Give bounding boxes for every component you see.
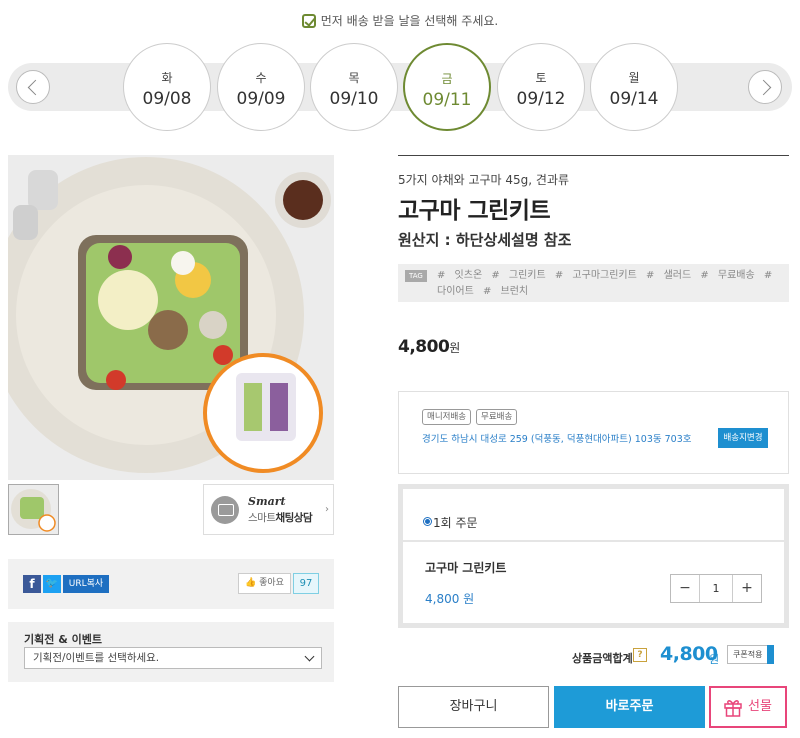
chevron-right-icon: › bbox=[325, 504, 329, 515]
tag-area: TAG # 잇츠온 # 그린키트 # 고구마그린키트 # 샐러드 # 무료배송 … bbox=[398, 264, 789, 302]
product-thumbnail[interactable] bbox=[8, 484, 59, 535]
total-label: 상품금액합계 bbox=[572, 652, 633, 665]
date-option[interactable]: 화 09/08 bbox=[123, 43, 211, 131]
next-arrow-icon[interactable] bbox=[748, 70, 782, 104]
event-title: 기획전 & 이벤트 bbox=[24, 633, 102, 646]
product-page: 먼저 배송 받을 날을 선택해 주세요. 화 09/08 수 09/09 목 0… bbox=[0, 0, 800, 738]
date-option[interactable]: 목 09/10 bbox=[310, 43, 398, 131]
share-bar: f 🐦 URL복사 👍 좋아요 97 bbox=[8, 559, 334, 609]
product-name: 고구마 그린키트 bbox=[398, 198, 551, 224]
cart-button[interactable]: 장바구니 bbox=[398, 686, 549, 728]
shipping-tag: 무료배송 bbox=[476, 409, 518, 425]
order-box: 1회 주문 고구마 그린키트 4,800 원 − 1 + bbox=[398, 484, 789, 628]
date-option-selected[interactable]: 금 09/11 bbox=[403, 43, 491, 131]
date-weekday: 목 bbox=[348, 71, 360, 85]
chat-label: 스마트채팅상담 bbox=[248, 512, 313, 524]
shipping-tag: 매니저배송 bbox=[422, 409, 472, 425]
date-value: 09/14 bbox=[609, 89, 659, 109]
divider bbox=[398, 155, 789, 156]
delivery-notice: 먼저 배송 받을 날을 선택해 주세요. bbox=[0, 12, 800, 29]
like-button[interactable]: 👍 좋아요 bbox=[238, 573, 291, 594]
date-value: 09/12 bbox=[516, 89, 566, 109]
date-weekday: 화 bbox=[161, 71, 173, 85]
gift-icon bbox=[724, 700, 742, 717]
tag-badge: TAG bbox=[405, 270, 427, 282]
check-icon bbox=[301, 14, 316, 28]
order-item-price: 4,800 원 bbox=[425, 592, 475, 606]
chat-icon bbox=[211, 496, 239, 524]
event-box: 기획전 & 이벤트 기획전/이벤트를 선택하세요. bbox=[8, 622, 334, 682]
product-price: 4,800원 bbox=[398, 337, 460, 357]
coupon-button[interactable]: 쿠폰적용 bbox=[727, 645, 774, 664]
buy-now-button[interactable]: 바로주문 bbox=[554, 686, 705, 728]
prev-arrow-icon[interactable] bbox=[16, 70, 50, 104]
shipping-address: 경기도 하남시 대성로 259 (덕풍동, 덕풍현대아파트) 103동 703호 bbox=[422, 434, 692, 445]
date-value: 09/10 bbox=[329, 89, 379, 109]
date-weekday: 금 bbox=[441, 72, 453, 86]
notice-text: 먼저 배송 받을 날을 선택해 주세요. bbox=[320, 14, 499, 28]
date-option[interactable]: 월 09/14 bbox=[590, 43, 678, 131]
twitter-icon[interactable]: 🐦 bbox=[43, 575, 61, 593]
url-copy-button[interactable]: URL복사 bbox=[63, 575, 109, 593]
date-weekday: 토 bbox=[535, 71, 547, 85]
change-address-button[interactable]: 배송지변경 bbox=[718, 428, 768, 448]
total-unit: 원 bbox=[709, 653, 720, 666]
gift-label: 선물 bbox=[748, 699, 772, 714]
shipping-box: 매니저배송 무료배송 경기도 하남시 대성로 259 (덕풍동, 덕풍현대아파트… bbox=[398, 391, 789, 474]
tag-list[interactable]: # 잇츠온 # 그린키트 # 고구마그린키트 # 샐러드 # 무료배송 # 다이… bbox=[437, 268, 777, 300]
order-item-name: 고구마 그린키트 bbox=[425, 561, 507, 575]
help-icon[interactable]: ? bbox=[633, 648, 647, 662]
salad-photo bbox=[8, 155, 334, 480]
event-select[interactable]: 기획전/이벤트를 선택하세요. bbox=[24, 647, 322, 669]
product-origin: 원산지 : 하단상세설명 참조 bbox=[398, 231, 572, 249]
date-weekday: 월 bbox=[628, 71, 640, 85]
order-option-label: 1회 주문 bbox=[433, 516, 478, 530]
order-radio[interactable] bbox=[423, 517, 432, 526]
plus-button[interactable]: + bbox=[732, 575, 761, 602]
like-label: 좋아요 bbox=[259, 578, 284, 588]
date-value: 09/09 bbox=[236, 89, 286, 109]
thumbnail-image bbox=[9, 485, 58, 534]
chat-smart-label: Smart bbox=[248, 495, 286, 508]
facebook-icon[interactable]: f bbox=[23, 575, 41, 593]
date-value: 09/08 bbox=[142, 89, 192, 109]
minus-button[interactable]: − bbox=[671, 575, 700, 602]
chat-consult-button[interactable]: Smart 스마트채팅상담 › bbox=[203, 484, 334, 535]
like-count: 97 bbox=[293, 573, 319, 594]
date-weekday: 수 bbox=[255, 71, 267, 85]
date-option[interactable]: 토 09/12 bbox=[497, 43, 585, 131]
date-value: 09/11 bbox=[422, 90, 472, 110]
quantity-stepper: − 1 + bbox=[670, 574, 762, 603]
product-image bbox=[8, 155, 334, 480]
quantity-input[interactable]: 1 bbox=[700, 575, 732, 602]
product-subtitle: 5가지 야채와 고구마 45g, 견과류 bbox=[398, 173, 570, 187]
gift-button[interactable]: 선물 bbox=[709, 686, 787, 728]
date-option[interactable]: 수 09/09 bbox=[217, 43, 305, 131]
